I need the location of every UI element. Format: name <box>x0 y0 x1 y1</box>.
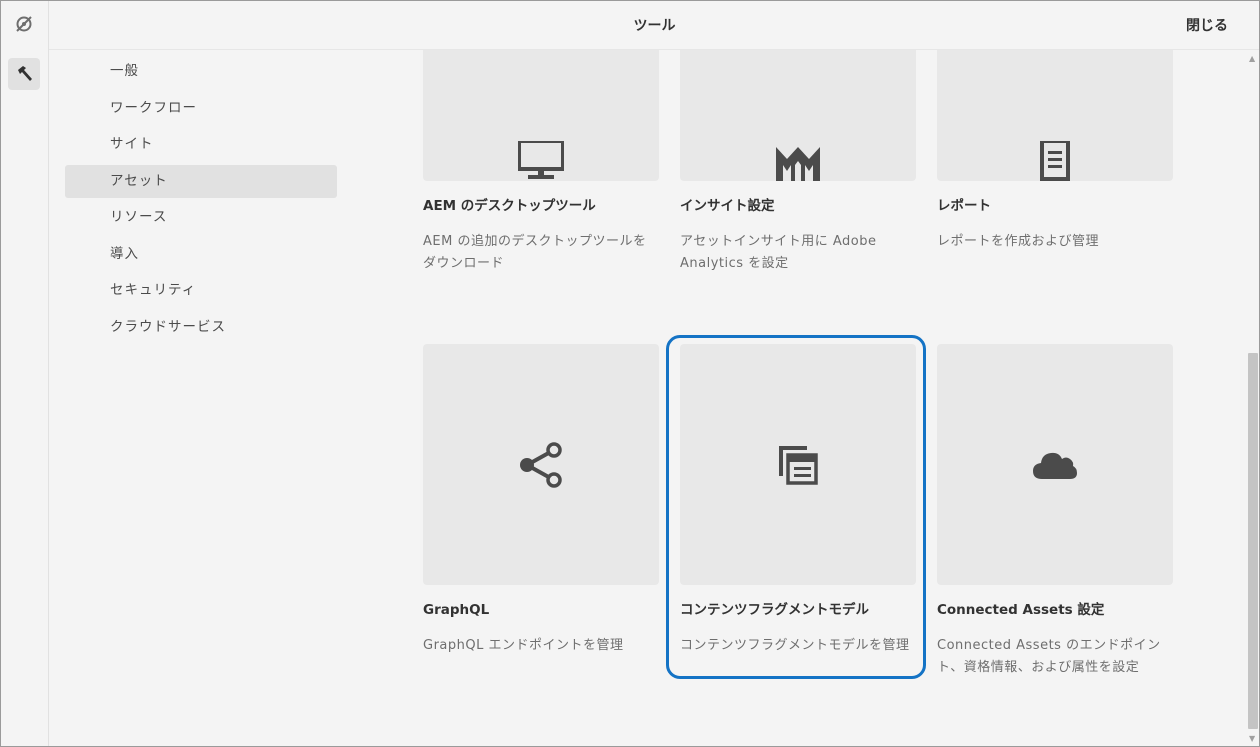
card-description: レポートを作成および管理 <box>937 234 1100 249</box>
card-thumbnail <box>937 50 1173 181</box>
cloud-icon <box>1033 452 1077 479</box>
card-title: コンテンツフラグメントモデル <box>680 602 869 618</box>
hammer-icon <box>18 66 32 81</box>
card-description: AEM の追加のデスクトップツールをダウンロード <box>423 234 647 271</box>
card-description: アセットインサイト用に Adobe Analytics を設定 <box>680 234 877 271</box>
scroll-up-arrow-icon[interactable]: ▲ <box>1249 54 1255 63</box>
header: ツール 閉じる <box>49 0 1260 50</box>
card-title: インサイト設定 <box>680 198 775 214</box>
card-title: レポート <box>937 198 991 214</box>
left-rail <box>0 0 49 747</box>
card-title: AEM のデスクトップツール <box>423 198 596 214</box>
card-desktop-tools[interactable]: AEM のデスクトップツール AEM の追加のデスクトップツールをダウンロード <box>423 50 659 275</box>
close-button[interactable]: 閉じる <box>1186 15 1228 35</box>
card-description: Connected Assets のエンドポイント、資格情報、および属性を設定 <box>937 638 1161 675</box>
share-icon <box>520 441 562 488</box>
card-thumbnail <box>423 344 659 585</box>
scroll-down-arrow-icon[interactable]: ▼ <box>1249 734 1255 743</box>
vertical-scrollbar[interactable]: ▲ ▼ <box>1246 50 1260 747</box>
no-eye-icon[interactable] <box>8 8 40 40</box>
insights-icon <box>776 146 820 181</box>
card-description: GraphQL エンドポイントを管理 <box>423 638 624 653</box>
report-icon <box>1040 140 1070 181</box>
card-insights-config[interactable]: インサイト設定 アセットインサイト用に Adobe Analytics を設定 <box>680 50 916 275</box>
fragment-model-icon <box>779 445 818 485</box>
card-graphql[interactable]: GraphQL GraphQL エンドポイントを管理 <box>423 344 659 657</box>
card-title: GraphQL <box>423 602 490 618</box>
hide-icon <box>16 16 32 32</box>
card-thumbnail <box>680 344 916 585</box>
card-thumbnail <box>680 50 916 181</box>
monitor-icon <box>518 140 564 179</box>
card-content-fragment-models[interactable]: コンテンツフラグメントモデル コンテンツフラグメントモデルを管理 <box>680 344 916 657</box>
card-thumbnail <box>423 50 659 181</box>
tools-grid: AEM のデスクトップツール AEM の追加のデスクトップツールをダウンロード … <box>49 50 1246 747</box>
page-title: ツール <box>633 18 676 34</box>
card-description: コンテンツフラグメントモデルを管理 <box>680 638 910 653</box>
tools-nav-button[interactable] <box>8 58 40 90</box>
card-connected-assets[interactable]: Connected Assets 設定 Connected Assets のエン… <box>937 344 1173 679</box>
card-reports[interactable]: レポート レポートを作成および管理 <box>937 50 1173 253</box>
card-title: Connected Assets 設定 <box>937 602 1105 618</box>
card-thumbnail <box>937 344 1173 585</box>
scroll-thumb[interactable] <box>1248 353 1258 729</box>
